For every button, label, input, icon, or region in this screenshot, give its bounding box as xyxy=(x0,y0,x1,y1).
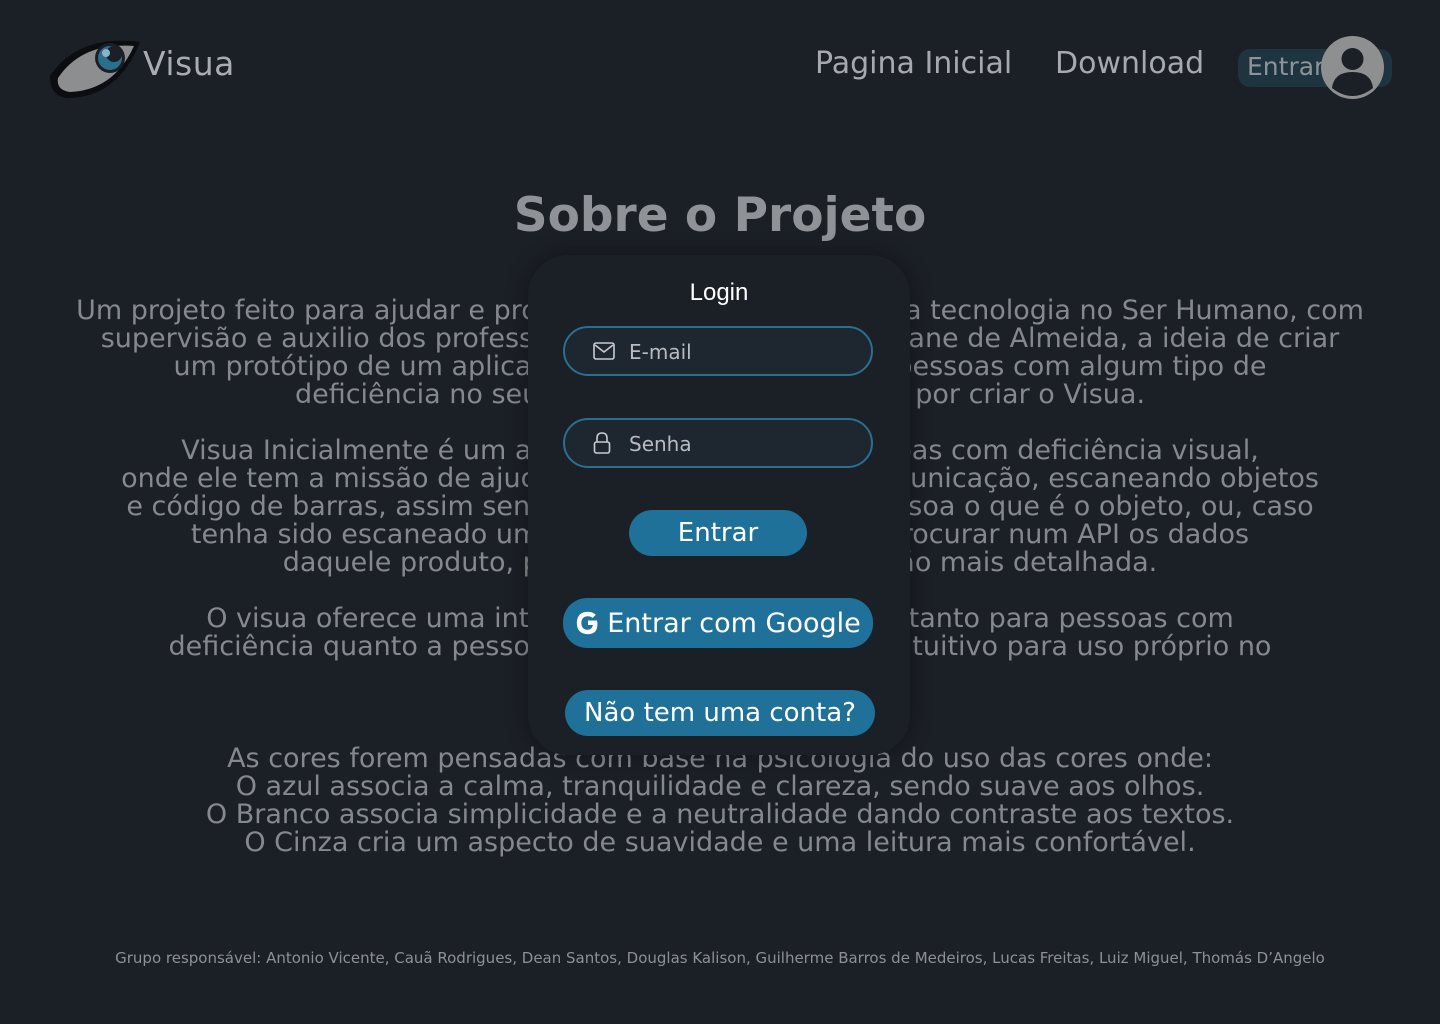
email-input[interactable] xyxy=(627,328,856,376)
login-submit-button[interactable]: Entrar xyxy=(629,510,807,556)
password-input[interactable] xyxy=(627,420,856,468)
user-silhouette-icon xyxy=(1332,48,1373,96)
user-avatar-icon[interactable] xyxy=(1321,36,1384,99)
google-login-label: Entrar com Google xyxy=(607,607,861,639)
password-field[interactable] xyxy=(563,418,873,468)
about-paragraph: As cores forem pensadas com base na psic… xyxy=(205,743,1235,858)
footer-credits: Grupo responsável: Antonio Vicente, Cauã… xyxy=(115,949,1325,967)
lock-icon xyxy=(593,432,611,454)
nav-home-link[interactable]: Pagina Inicial xyxy=(815,46,1012,81)
email-field[interactable] xyxy=(563,326,873,376)
logo[interactable] xyxy=(48,36,144,100)
page-title: Sobre o Projeto xyxy=(513,188,927,243)
brand-name: Visua xyxy=(143,44,235,83)
header-login-label: Entrar xyxy=(1247,52,1325,81)
google-icon xyxy=(577,611,598,635)
eye-logo-icon xyxy=(50,40,140,98)
signup-button[interactable]: Não tem uma conta? xyxy=(565,690,875,736)
nav-download-link[interactable]: Download xyxy=(1055,46,1204,81)
login-modal: Login Entrar Entrar com Google Não tem u… xyxy=(528,255,910,755)
mail-icon xyxy=(593,342,615,360)
modal-title: Login xyxy=(689,279,749,306)
google-login-button[interactable]: Entrar com Google xyxy=(563,598,873,648)
